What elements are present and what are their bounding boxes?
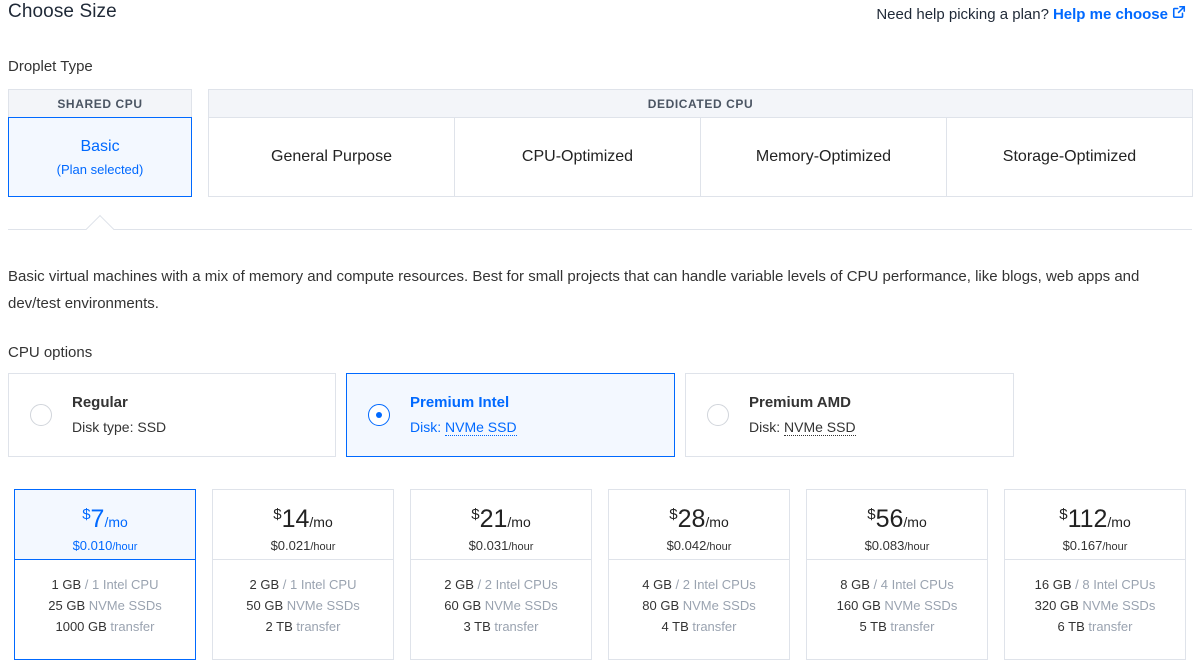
hourly-price: $0.021/hour	[270, 538, 336, 553]
plan-specs: 4 GB / 2 Intel CPUs 80 GB NVMe SSDs 4 TB…	[642, 577, 756, 634]
monthly-price: $28/mo	[669, 505, 729, 533]
dedicated-cpu-group: DEDICATED CPU General Purpose CPU-Optimi…	[208, 89, 1193, 197]
plan-card-28[interactable]: $28/mo $0.042/hour 4 GB / 2 Intel CPUs 8…	[608, 489, 790, 660]
cpu-option-premium-intel[interactable]: Premium Intel Disk: NVMe SSD	[346, 373, 675, 457]
droplet-type-label: Droplet Type	[8, 58, 93, 75]
radio-button[interactable]	[30, 404, 52, 426]
cpu-option-name: Regular	[72, 394, 128, 411]
plan-specs: 2 GB / 1 Intel CPU 50 GB NVMe SSDs 2 TB …	[246, 577, 360, 634]
hourly-price: $0.083/hour	[864, 538, 930, 553]
plan-type-basic[interactable]: Basic (Plan selected)	[8, 117, 192, 197]
plan-specs: 16 GB / 8 Intel CPUs 320 GB NVMe SSDs 6 …	[1034, 577, 1156, 634]
help-me-choose-link[interactable]: Help me choose	[1053, 5, 1186, 23]
plan-type-general-purpose[interactable]: General Purpose	[209, 118, 455, 196]
cpu-options-label: CPU options	[8, 344, 93, 361]
plan-type-storage-optimized[interactable]: Storage-Optimized	[947, 118, 1192, 196]
plan-specs: 1 GB / 1 Intel CPU 25 GB NVMe SSDs 1000 …	[48, 577, 162, 634]
plan-description: Basic virtual machines with a mix of mem…	[8, 268, 1140, 312]
hourly-price: $0.010/hour	[72, 538, 138, 553]
plan-card-14[interactable]: $14/mo $0.021/hour 2 GB / 1 Intel CPU 50…	[212, 489, 394, 660]
help-text: Need help picking a plan?	[876, 5, 1049, 23]
monthly-price: $14/mo	[273, 505, 333, 533]
plan-specs: 8 GB / 4 Intel CPUs 160 GB NVMe SSDs 5 T…	[836, 577, 958, 634]
cpu-option-disk: Disk: NVMe SSD	[749, 419, 856, 436]
cpu-option-regular[interactable]: Regular Disk type: SSD	[8, 373, 336, 457]
cpu-option-name: Premium AMD	[749, 394, 851, 411]
shared-cpu-group: SHARED CPU Basic (Plan selected)	[8, 89, 192, 197]
basic-name: Basic	[80, 137, 120, 155]
external-link-icon	[1172, 5, 1186, 19]
disk-tooltip-term[interactable]: NVMe SSD	[784, 419, 856, 436]
hourly-price: $0.042/hour	[666, 538, 732, 553]
plan-card-112[interactable]: $112/mo $0.167/hour 16 GB / 8 Intel CPUs…	[1004, 489, 1186, 660]
help-section: Need help picking a plan? Help me choose	[876, 5, 1186, 23]
hourly-price: $0.031/hour	[468, 538, 534, 553]
radio-button-selected[interactable]	[368, 404, 390, 426]
section-divider	[8, 229, 1192, 230]
cpu-option-disk: Disk: NVMe SSD	[410, 419, 517, 436]
cpu-option-disk: Disk type: SSD	[72, 419, 167, 435]
dedicated-cpu-heading: DEDICATED CPU	[208, 89, 1193, 117]
selection-pointer	[85, 214, 115, 244]
plan-type-cpu-optimized[interactable]: CPU-Optimized	[455, 118, 701, 196]
page-title: Choose Size	[8, 1, 117, 22]
monthly-price: $112/mo	[1059, 505, 1131, 533]
monthly-price: $7/mo	[82, 505, 128, 533]
help-link-label: Help me choose	[1052, 6, 1168, 23]
shared-cpu-heading: SHARED CPU	[8, 89, 192, 117]
hourly-price: $0.167/hour	[1062, 538, 1128, 553]
cpu-option-premium-amd[interactable]: Premium AMD Disk: NVMe SSD	[685, 373, 1014, 457]
monthly-price: $21/mo	[471, 505, 531, 533]
disk-tooltip-term[interactable]: NVMe SSD	[445, 419, 517, 436]
monthly-price: $56/mo	[867, 505, 927, 533]
cpu-option-name: Premium Intel	[410, 394, 510, 411]
plan-specs: 2 GB / 2 Intel CPUs 60 GB NVMe SSDs 3 TB…	[444, 577, 558, 634]
radio-button[interactable]	[707, 404, 729, 426]
basic-selected-note: (Plan selected)	[56, 161, 144, 177]
plan-card-56[interactable]: $56/mo $0.083/hour 8 GB / 4 Intel CPUs 1…	[806, 489, 988, 660]
plan-type-memory-optimized[interactable]: Memory-Optimized	[701, 118, 947, 196]
plan-card-7[interactable]: $7/mo $0.010/hour 1 GB / 1 Intel CPU 25 …	[14, 489, 196, 660]
plan-card-21[interactable]: $21/mo $0.031/hour 2 GB / 2 Intel CPUs 6…	[410, 489, 592, 660]
